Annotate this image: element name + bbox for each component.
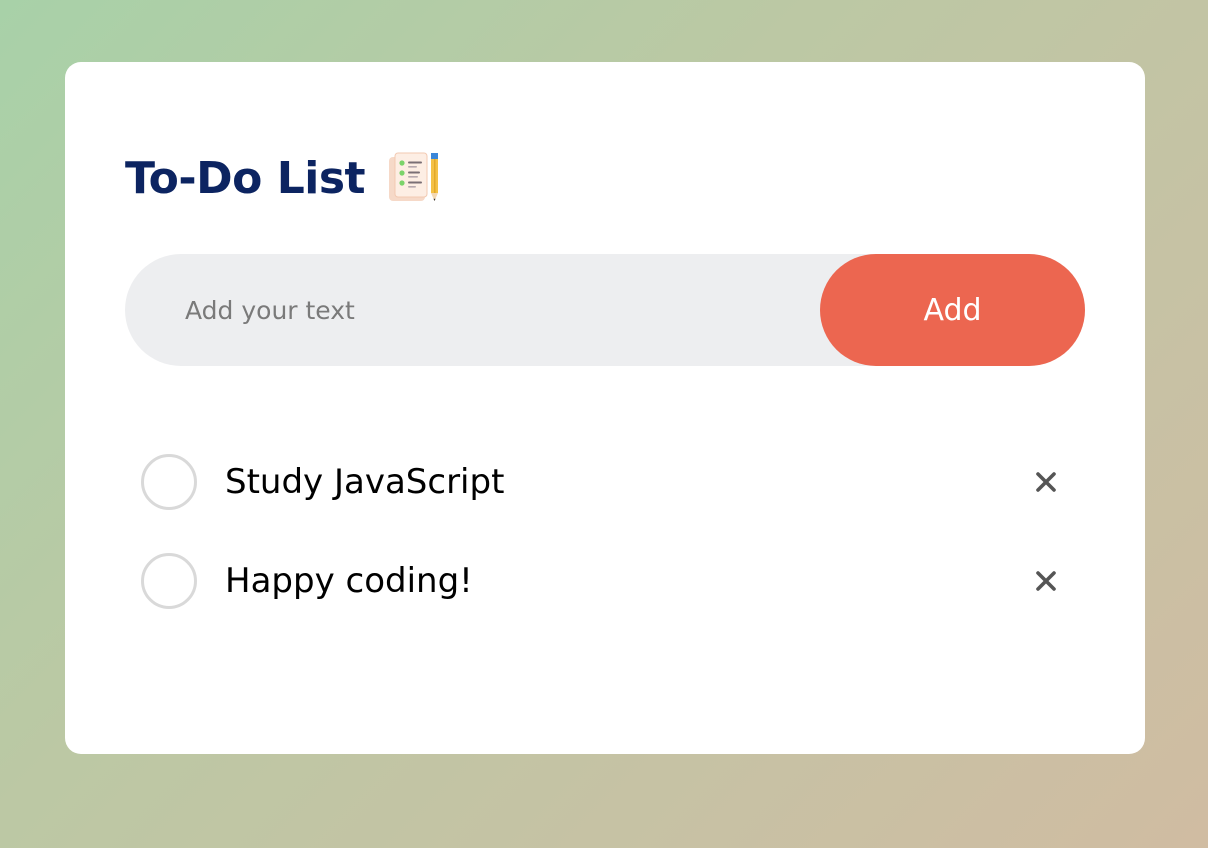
close-icon	[1036, 570, 1056, 591]
page-title: To-Do List	[125, 152, 366, 204]
task-text: Happy coding!	[225, 560, 473, 601]
todo-card: To-Do List Add your text Add Study JavaS…	[65, 62, 1145, 754]
task-item[interactable]: Happy coding!	[141, 531, 1061, 630]
add-button[interactable]: Add	[820, 254, 1085, 366]
close-icon	[1036, 471, 1056, 492]
task-checkbox[interactable]	[141, 552, 197, 609]
delete-button[interactable]	[1031, 566, 1061, 596]
task-checkbox[interactable]	[141, 453, 197, 510]
add-task-row: Add	[125, 254, 1085, 366]
task-list: Study JavaScript Happy coding!	[141, 432, 1061, 630]
task-input[interactable]	[125, 254, 825, 366]
notepad-pencil-icon	[387, 151, 443, 205]
task-item[interactable]: Study JavaScript	[141, 432, 1061, 531]
task-text: Study JavaScript	[225, 461, 505, 502]
title-row: To-Do List	[125, 148, 443, 208]
delete-button[interactable]	[1031, 467, 1061, 497]
